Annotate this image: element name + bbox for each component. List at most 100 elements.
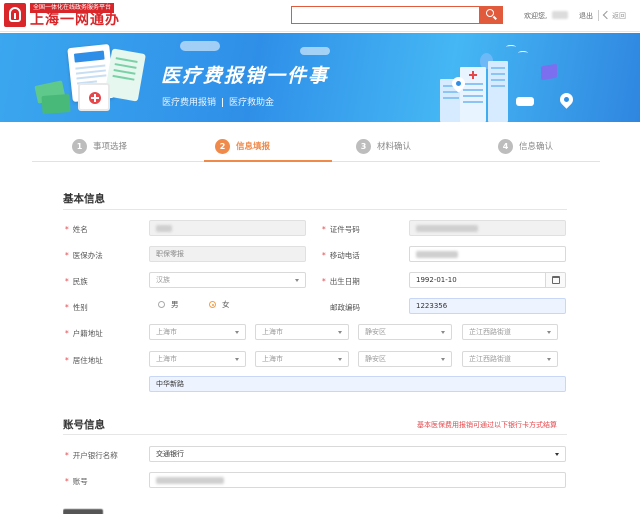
step-number: 4 (498, 138, 513, 154)
bird-icon (506, 45, 516, 49)
back-arrow-icon (602, 10, 612, 20)
step-confirm-info[interactable]: 4 信息确认 (498, 136, 553, 156)
search-input[interactable] (291, 6, 480, 24)
header-divider (598, 10, 599, 21)
insurance-method-field: 职保零报 (149, 246, 306, 262)
gender-label: * 性别 (65, 303, 88, 312)
step-label: 信息确认 (519, 142, 554, 152)
residence-city-value: 上海市 (262, 355, 283, 363)
chevron-down-icon (338, 331, 342, 334)
residence-district-select[interactable]: 静安区 (358, 351, 452, 367)
postcode-label: 邮政编码 (330, 303, 360, 312)
residence-street-value: 芷江西路街道 (469, 355, 511, 363)
gender-male-radio[interactable]: 男 (158, 299, 179, 310)
step-label: 信息填报 (236, 142, 271, 152)
hukou-province-value: 上海市 (156, 328, 177, 336)
step-number: 2 (215, 138, 230, 154)
chevron-down-icon (441, 358, 445, 361)
hukou-address-label: * 户籍地址 (65, 329, 103, 338)
postcode-field[interactable]: 1223356 (409, 298, 566, 314)
step-label: 事项选择 (93, 142, 128, 152)
section-divider (63, 209, 567, 210)
residence-province-value: 上海市 (156, 355, 177, 363)
hospital-building-icon (460, 67, 486, 122)
radio-selected-icon (209, 301, 216, 308)
gender-female-radio[interactable]: 女 (209, 299, 230, 310)
progress-steps: 1 事项选择 2 信息填报 3 材料确认 4 信息确认 (32, 132, 600, 162)
back-link[interactable]: 返回 (602, 10, 626, 21)
first-aid-kit-icon (78, 83, 110, 111)
calendar-icon (552, 276, 560, 284)
step-label: 材料确认 (377, 142, 412, 152)
ethnicity-label: * 民族 (65, 277, 88, 286)
residence-province-select[interactable]: 上海市 (149, 351, 246, 367)
bank-name-select[interactable]: 交通银行 (149, 446, 566, 462)
bank-name-value: 交通银行 (156, 450, 184, 458)
id-number-field (409, 220, 566, 236)
chevron-down-icon (338, 358, 342, 361)
hero-banner: 医疗费报销一件事 医疗费用报销 医疗救助金 (0, 33, 640, 122)
residence-detail-input[interactable]: 中华新路 (149, 376, 566, 392)
account-number-input[interactable] (149, 472, 566, 488)
section-title-next-cutoff (63, 505, 123, 514)
logout-link[interactable]: 退出 (579, 11, 593, 21)
section-title-account: 账号信息 (63, 419, 105, 431)
chevron-down-icon (555, 453, 559, 456)
id-number-label: * 证件号码 (322, 225, 360, 234)
step-number: 1 (72, 138, 87, 154)
location-pin-icon (557, 90, 576, 109)
top-header: 全国一体化在线政务服务平台 上海一网通办 欢迎您, 退出 返回 (0, 0, 640, 32)
building-icon (488, 61, 508, 122)
chevron-down-icon (441, 331, 445, 334)
chevron-down-icon (547, 358, 551, 361)
cash-icon (41, 94, 71, 114)
residence-city-select[interactable]: 上海市 (255, 351, 349, 367)
receipt-icon (104, 48, 146, 102)
cloud-decoration (180, 41, 220, 51)
calendar-button[interactable] (545, 273, 565, 287)
hukou-street-select[interactable]: 芷江西路街道 (462, 324, 558, 340)
ethnicity-select[interactable]: 汉族 (149, 272, 306, 288)
insurance-method-label: * 医保办法 (65, 251, 103, 260)
step-fill-info[interactable]: 2 信息填报 (215, 136, 270, 156)
medical-documents-illustration (34, 43, 146, 117)
city-hospital-illustration (430, 33, 640, 122)
medicine-box-icon (541, 63, 557, 81)
chevron-down-icon (235, 331, 239, 334)
residence-street-select[interactable]: 芷江西路街道 (462, 351, 558, 367)
step-confirm-materials[interactable]: 3 材料确认 (356, 136, 411, 156)
welcome-text: 欢迎您, (524, 12, 548, 20)
ethnicity-value: 汉族 (156, 276, 170, 284)
hukou-province-select[interactable]: 上海市 (149, 324, 246, 340)
radio-circle-icon (158, 301, 165, 308)
banner-title: 医疗费报销一件事 (161, 65, 330, 87)
birth-date-value: 1992-01-10 (416, 276, 457, 284)
hukou-street-value: 芷江西路街道 (469, 328, 511, 336)
username-redacted (552, 11, 568, 19)
active-step-indicator (204, 160, 332, 162)
hukou-city-value: 上海市 (262, 328, 283, 336)
name-label: * 姓名 (65, 225, 88, 234)
brand-title[interactable]: 上海一网通办 (30, 12, 120, 28)
chevron-down-icon (295, 279, 299, 282)
account-number-label: * 账号 (65, 477, 88, 486)
step-select-item[interactable]: 1 事项选择 (72, 136, 127, 156)
mobile-phone-field[interactable] (409, 246, 566, 262)
search-button[interactable] (480, 6, 503, 24)
chevron-down-icon (547, 331, 551, 334)
hukou-district-select[interactable]: 静安区 (358, 324, 452, 340)
banner-sub-medical-aid: 医疗救助金 (229, 98, 275, 108)
bird-icon (518, 51, 528, 55)
portal-logo-icon[interactable] (4, 3, 26, 27)
section-divider (63, 434, 567, 435)
chevron-down-icon (235, 358, 239, 361)
back-label: 返回 (612, 12, 626, 20)
banner-subtitle: 医疗费用报销 医疗救助金 (162, 95, 274, 108)
hukou-city-select[interactable]: 上海市 (255, 324, 349, 340)
ambulance-icon (516, 97, 534, 106)
birth-date-field[interactable]: 1992-01-10 (409, 272, 566, 288)
banner-sub-medical-reimbursement: 医疗费用报销 (162, 98, 217, 108)
cloud-decoration (300, 47, 330, 55)
name-field (149, 220, 306, 236)
gender-female-label: 女 (222, 300, 230, 309)
